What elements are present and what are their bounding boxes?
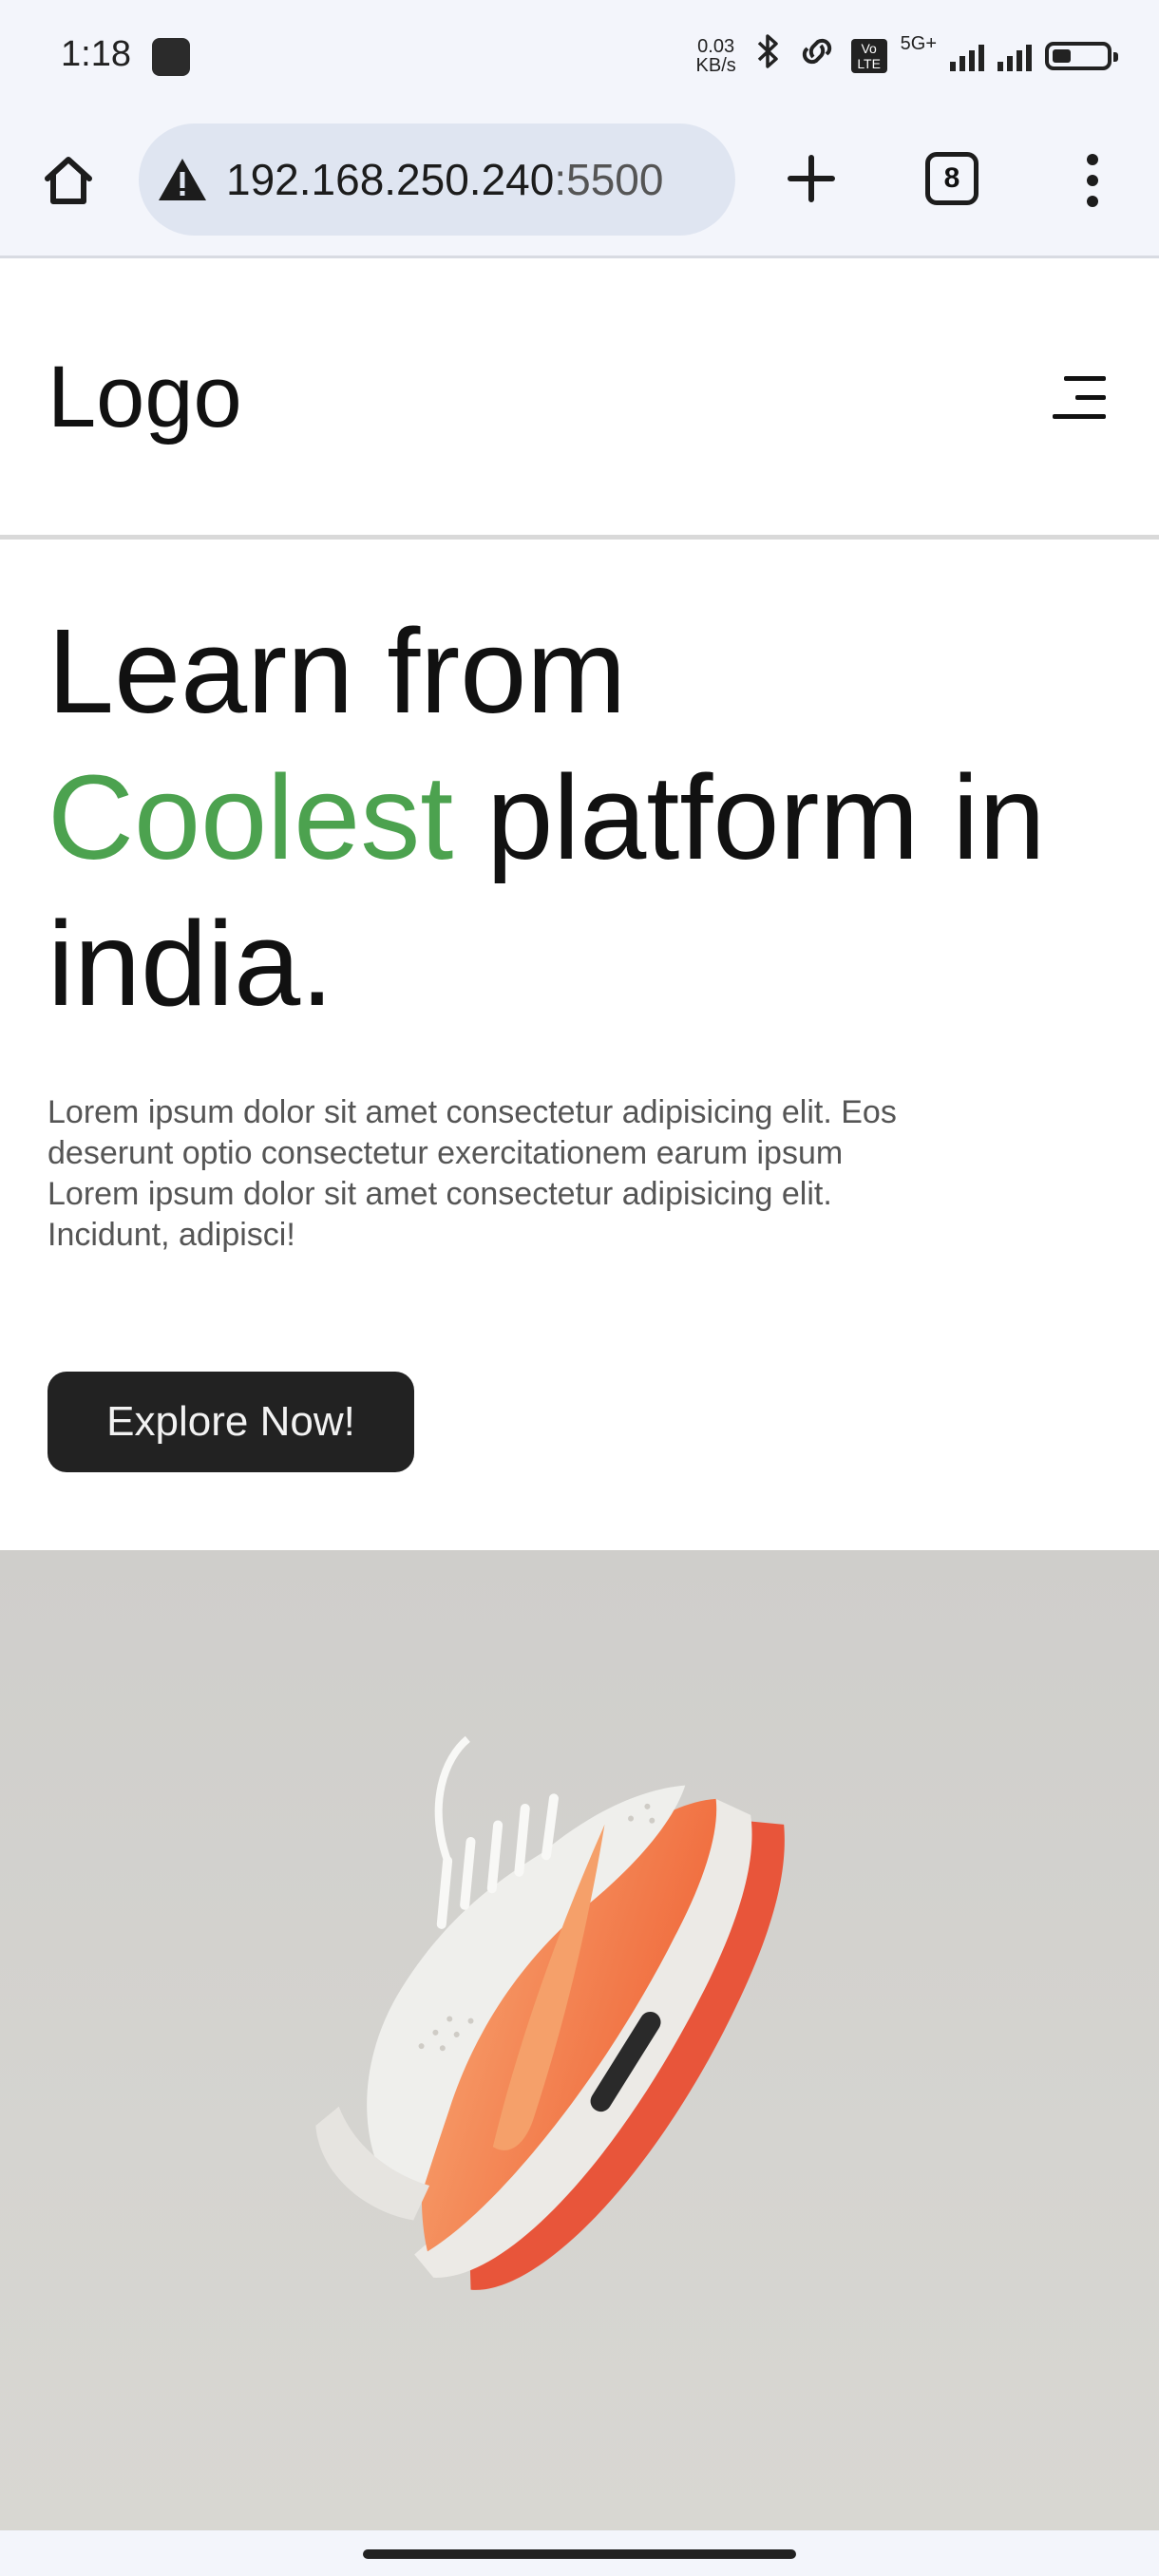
bluetooth-icon (754, 32, 783, 79)
plus-icon (788, 155, 835, 202)
more-vert-icon (1087, 154, 1098, 207)
url-text[interactable]: 192.168.250.240:5500 (226, 154, 663, 205)
link-icon (796, 32, 838, 79)
new-tab-button[interactable] (777, 144, 846, 213)
volte-badge: Vo LTE (850, 38, 887, 73)
url-port: :5500 (554, 155, 664, 204)
hero-image (0, 1550, 1159, 2530)
signal-icon-2 (998, 41, 1032, 71)
home-button[interactable] (34, 146, 103, 215)
gesture-handle[interactable] (363, 2549, 796, 2559)
url-host: 192.168.250.240 (226, 155, 555, 204)
home-icon (45, 157, 92, 204)
hero-description: Lorem ipsum dolor sit amet consectetur a… (48, 1094, 897, 1253)
system-nav-bar (0, 2530, 1159, 2576)
battery-level (1053, 48, 1071, 63)
net-speed-value: 0.03 (697, 35, 735, 57)
sneaker-image (315, 1735, 785, 2290)
explore-now-button[interactable]: Explore Now! (48, 1372, 414, 1472)
address-bar[interactable]: 192.168.250.240:5500 (139, 123, 735, 236)
browser-toolbar: 192.168.250.240:5500 8 (0, 114, 1159, 258)
hero-title-part1: Learn from (48, 604, 627, 738)
hamburger-menu-icon[interactable] (1053, 374, 1106, 422)
status-bar: 1:18 0.03 KB/s Vo LTE 5G+ (0, 0, 1159, 114)
app-notification-icon (152, 38, 190, 76)
net-speed-unit: KB/s (695, 54, 736, 76)
warning-icon[interactable] (156, 153, 209, 206)
status-time: 1:18 (61, 34, 131, 74)
status-icons: 0.03 KB/s Vo LTE 5G+ (692, 32, 1118, 79)
browser-menu-button[interactable] (1064, 146, 1121, 215)
signal-icon (950, 41, 984, 71)
site-logo[interactable]: Logo (48, 350, 242, 445)
tab-switcher-button[interactable]: 8 (925, 152, 978, 205)
network-type: 5G+ (900, 33, 937, 54)
hero-title-accent: Coolest (48, 750, 454, 884)
site-header: Logo (0, 258, 1159, 540)
battery-icon (1045, 41, 1118, 70)
hero-title: Learn from Coolest platform in india. (48, 598, 1112, 1037)
net-speed: 0.03 KB/s (692, 37, 741, 75)
